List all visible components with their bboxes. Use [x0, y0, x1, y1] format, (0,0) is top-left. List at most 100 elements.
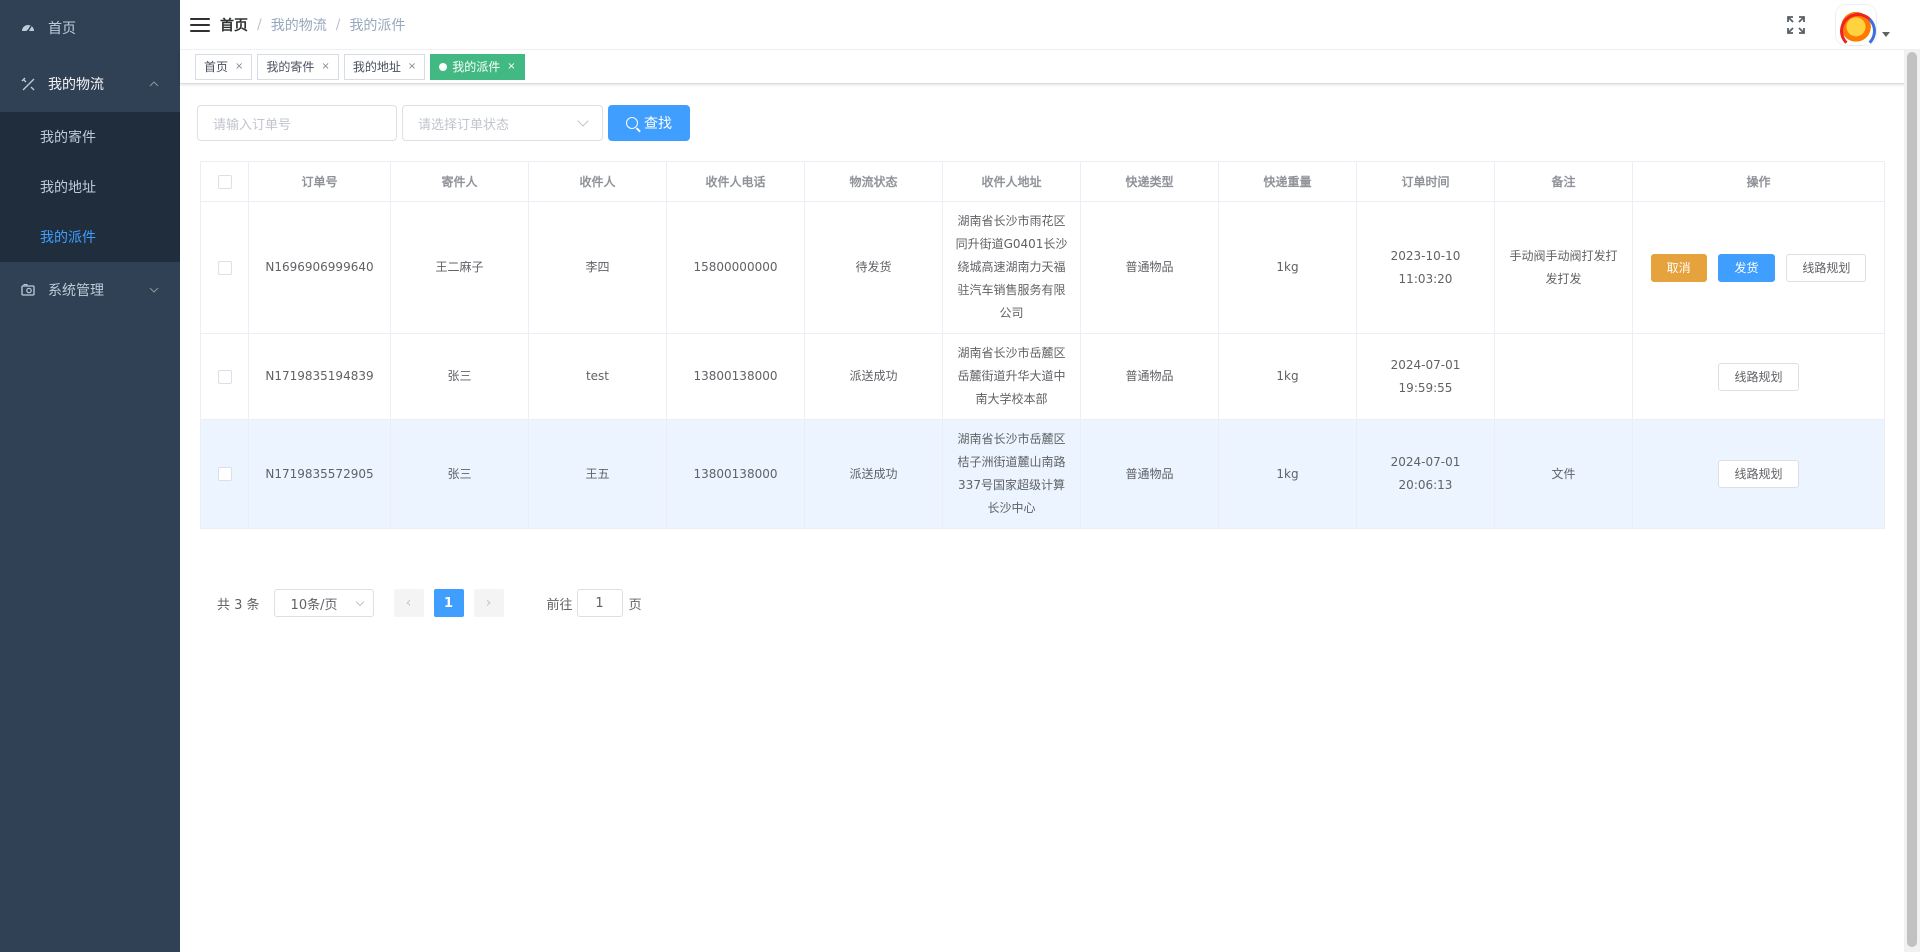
chevron-down-icon — [148, 284, 160, 296]
sidebar-item-logistics[interactable]: 我的物流 — [0, 56, 180, 112]
breadcrumb: 首页 / 我的物流 / 我的派件 — [220, 15, 405, 35]
tools-icon — [20, 76, 36, 92]
search-bar: 请输入订单号 请选择订单状态 查找 — [197, 105, 1884, 141]
tag-my-address[interactable]: 我的地址 × — [343, 53, 426, 80]
note-cell — [1494, 333, 1633, 420]
actions-cell: 线路规划 — [1632, 333, 1885, 420]
tag-my-deliveries[interactable]: 我的派件 × — [430, 53, 525, 80]
sidebar-item-my-deliveries[interactable]: 我的派件 — [0, 212, 180, 262]
receiver-cell: 王五 — [528, 419, 667, 529]
search-button-label: 查找 — [644, 116, 672, 132]
chevron-down-icon — [355, 597, 364, 606]
receiver-cell: 李四 — [528, 201, 667, 334]
ship-button[interactable]: 发货 — [1718, 253, 1775, 282]
sidebar: 首页 我的物流 我的寄件 我的地址 我的派件 系统管理 — [0, 0, 180, 952]
close-icon[interactable]: × — [408, 55, 416, 79]
sidebar-item-label: 我的地址 — [40, 180, 96, 196]
tag-label: 我的地址 — [352, 59, 401, 74]
hamburger-icon[interactable] — [190, 15, 210, 35]
page-number-active[interactable]: 1 — [433, 589, 464, 617]
next-page-button[interactable]: › — [473, 589, 504, 617]
search-button[interactable]: 查找 — [608, 105, 690, 141]
column-header: 快递类型 — [1080, 161, 1219, 202]
sidebar-item-my-address[interactable]: 我的地址 — [0, 162, 180, 212]
column-header: 快递重量 — [1218, 161, 1357, 202]
time-cell: 2024-07-01 20:06:13 — [1356, 419, 1495, 529]
fullscreen-icon[interactable] — [1786, 15, 1806, 35]
type-cell: 普通物品 — [1080, 419, 1219, 529]
column-header: 收件人电话 — [666, 161, 805, 202]
column-header: 收件人 — [528, 161, 667, 202]
route-plan-button[interactable]: 线路规划 — [1718, 460, 1799, 488]
phone-cell: 13800138000 — [666, 333, 805, 420]
close-icon[interactable]: × — [321, 55, 329, 79]
weight-cell: 1kg — [1218, 419, 1357, 529]
phone-cell: 15800000000 — [666, 201, 805, 334]
note-cell: 手动阀手动阀打发打发打发 — [1494, 201, 1633, 334]
row-checkbox[interactable] — [217, 260, 232, 275]
tag-my-shipments[interactable]: 我的寄件 × — [257, 53, 339, 80]
sidebar-item-home[interactable]: 首页 — [0, 0, 180, 56]
column-header: 订单时间 — [1356, 161, 1495, 202]
tags-view: 首页 × 我的寄件 × 我的地址 × 我的派件 × — [180, 50, 1920, 84]
total-count: 共 3 条 — [217, 597, 260, 613]
vertical-scrollbar[interactable] — [1904, 50, 1920, 952]
close-icon[interactable]: × — [235, 55, 243, 79]
actions-cell: 线路规划 — [1632, 419, 1885, 529]
page-size-select[interactable]: 10条/页 — [273, 589, 374, 617]
select-all-cell — [200, 161, 249, 202]
weight-cell: 1kg — [1218, 201, 1357, 334]
sidebar-item-label: 我的寄件 — [40, 130, 96, 146]
avatar-dropdown[interactable] — [1836, 5, 1890, 49]
scrollbar-thumb[interactable] — [1907, 52, 1917, 947]
pagination: 共 3 条 10条/页 ‹ 1 › 前往 1 页 — [217, 589, 1884, 617]
type-cell: 普通物品 — [1080, 333, 1219, 420]
column-header: 订单号 — [248, 161, 391, 202]
sidebar-item-label: 系统管理 — [48, 283, 104, 299]
order-number-cell: N1696906999640 — [248, 201, 391, 334]
route-plan-button[interactable]: 线路规划 — [1718, 362, 1799, 391]
route-plan-button[interactable]: 线路规划 — [1786, 253, 1867, 282]
breadcrumb-home[interactable]: 首页 — [220, 15, 248, 35]
prev-page-button[interactable]: ‹ — [393, 589, 424, 617]
goto-page: 前往 1 页 — [547, 589, 642, 617]
status-cell: 待发货 — [804, 201, 943, 334]
tag-label: 我的寄件 — [266, 59, 315, 74]
sidebar-item-my-shipments[interactable]: 我的寄件 — [0, 112, 180, 162]
note-cell: 文件 — [1494, 419, 1633, 529]
sender-cell: 张三 — [390, 419, 529, 529]
goto-page-input[interactable]: 1 — [576, 589, 623, 617]
sidebar-item-label: 首页 — [48, 21, 76, 37]
time-cell: 2024-07-01 19:59:55 — [1356, 333, 1495, 420]
type-cell: 普通物品 — [1080, 201, 1219, 334]
table-row: N1719835572905 张三 王五 13800138000 派送成功 湖南… — [200, 419, 1885, 529]
tag-home[interactable]: 首页 × — [195, 53, 253, 80]
avatar[interactable] — [1836, 5, 1876, 49]
column-header: 操作 — [1632, 161, 1885, 202]
breadcrumb-logistics: 我的物流 — [270, 17, 327, 34]
tag-label: 我的派件 — [452, 59, 501, 74]
select-all-checkbox[interactable] — [217, 174, 232, 189]
content: 请输入订单号 请选择订单状态 查找 订单号 寄件人 收件人 收件人电话 物流状态… — [180, 85, 1904, 637]
page-suffix: 页 — [628, 597, 642, 613]
status-cell: 派送成功 — [804, 419, 943, 529]
column-header: 收件人地址 — [942, 161, 1081, 202]
close-icon[interactable]: × — [507, 55, 515, 79]
search-icon — [626, 117, 638, 129]
receiver-cell: test — [528, 333, 667, 420]
address-cell: 湖南省长沙市岳麓区岳麓街道升华大道中南大学校本部 — [942, 333, 1081, 420]
logistics-submenu: 我的寄件 我的地址 我的派件 — [0, 112, 180, 262]
order-number-input[interactable]: 请输入订单号 — [197, 105, 397, 141]
table-header-row: 订单号 寄件人 收件人 收件人电话 物流状态 收件人地址 快递类型 快递重量 订… — [200, 161, 1885, 202]
row-checkbox[interactable] — [217, 467, 232, 481]
order-status-select[interactable]: 请选择订单状态 — [402, 105, 603, 141]
time-cell: 2023-10-10 11:03:20 — [1356, 201, 1495, 334]
main-area: 首页 / 我的物流 / 我的派件 首页 × 我的寄件 × 我的地址 × 我的派件… — [180, 0, 1920, 952]
row-checkbox[interactable] — [217, 369, 232, 384]
select-placeholder: 请选择订单状态 — [418, 117, 510, 133]
cancel-button[interactable]: 取消 — [1650, 253, 1707, 282]
page-size-value: 10条/页 — [290, 597, 338, 613]
dashboard-icon — [20, 20, 36, 36]
sidebar-item-system[interactable]: 系统管理 — [0, 262, 180, 318]
column-header: 物流状态 — [804, 161, 943, 202]
